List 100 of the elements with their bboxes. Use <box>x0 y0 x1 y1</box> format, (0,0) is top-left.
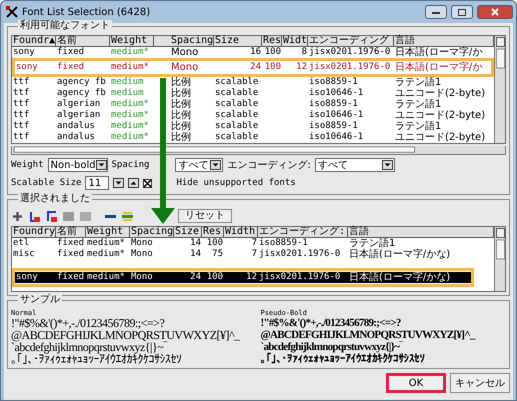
column-header[interactable]: Res <box>202 227 224 238</box>
table-cell-text: scalable <box>214 99 260 110</box>
window-title: Font List Selection (6428) <box>22 6 152 18</box>
encoding-dropdown[interactable]: すべて <box>314 158 395 172</box>
dialog-button[interactable]: OK <box>386 373 446 393</box>
column-header[interactable]: 名前 <box>56 36 110 47</box>
group-title: サンプル <box>18 294 62 306</box>
table-cell-text: ttf <box>12 121 30 132</box>
sample-text: !"#$%&'()*+,-./0123456789:;<=>? <box>11 317 164 329</box>
column-header[interactable]: Size <box>214 36 262 47</box>
table-cell-text: medium <box>110 88 145 99</box>
table-cell-text: ラテン語1 <box>394 77 442 88</box>
table-cell-text: 100 <box>264 47 282 58</box>
hide-unsupported-label: Hide unsupported fonts <box>176 178 296 188</box>
table-cell-text: fixed <box>56 47 86 58</box>
table-cell-text: iso8859-1 <box>308 121 359 132</box>
horizontal-scrollbar[interactable] <box>11 146 506 155</box>
minimize-button[interactable] <box>425 5 447 19</box>
clear-icon[interactable] <box>121 210 134 222</box>
column-header[interactable]: Widt <box>282 36 308 47</box>
plus-icon[interactable] <box>11 210 24 222</box>
table-cell-text: Mono <box>130 249 154 260</box>
spin-down-icon[interactable] <box>113 178 124 188</box>
table-cell-text: 比例 <box>170 88 192 99</box>
table-cell-text: 比例 <box>170 110 192 121</box>
table-cell-text: iso10646-1 <box>308 132 364 143</box>
dropdown-arrow-icon[interactable] <box>382 160 393 170</box>
table-cell-text: ユニコード(2-byte) <box>394 132 486 143</box>
scalable-size-label: Scalable Size <box>11 178 82 188</box>
column-header[interactable]: Weight <box>86 227 130 238</box>
column-header[interactable]: Size <box>174 227 202 238</box>
table-cell-text: medium <box>110 77 145 88</box>
table-cell-text: 日本語(ローマ字/か <box>394 62 484 73</box>
move-down-icon[interactable] <box>45 210 58 222</box>
table-cell-text: 比例 <box>170 121 192 132</box>
column-header[interactable]: 言語 <box>348 227 494 238</box>
sample-text: ｡｢｣､･ｦｧｨｩｪｫｬｭｮｯｰｱｲｳｴｵｶｷｸｹｺｻｼｽｾｿ <box>11 353 182 365</box>
scroll-controls-drawing[interactable] <box>496 37 504 69</box>
dropdown-arrow-icon[interactable] <box>210 160 222 170</box>
table-cell-text: ttf <box>12 77 30 88</box>
column-header[interactable]: Weight <box>110 36 154 47</box>
table-cell-text: fixed <box>56 272 86 283</box>
table-cell-text: sony <box>15 272 39 283</box>
table-cell-text: medium* <box>86 249 126 260</box>
weight-dropdown[interactable]: Non-bold <box>48 158 108 172</box>
table-cell-text: jisx0201.1976-0 <box>308 47 392 58</box>
table-cell-text: ttf <box>12 132 30 143</box>
table-cell-text: sony <box>12 47 36 58</box>
column-header[interactable]: エンコーディング: <box>258 227 348 238</box>
reset-button[interactable]: リセット <box>178 209 232 223</box>
vertical-scrollbar[interactable] <box>494 36 505 143</box>
table-cell-text: 7 <box>250 238 258 249</box>
table-cell-text: ラテン語1 <box>394 121 442 132</box>
table-cell-text: ユニコード(2-byte) <box>394 110 486 121</box>
maximize-button[interactable] <box>451 5 473 19</box>
table-cell-text: andalus <box>56 132 96 143</box>
table-cell-text: 14 <box>189 238 202 249</box>
move-up-icon[interactable] <box>28 210 41 222</box>
dropdown-arrow-icon[interactable] <box>96 160 107 170</box>
dialog-button[interactable]: キャンセル <box>450 373 510 393</box>
table-cell-text: andalus <box>56 121 96 132</box>
weight-label: Weight <box>11 160 44 170</box>
spin-up-icon[interactable] <box>128 178 140 188</box>
vertical-scrollbar[interactable] <box>494 227 505 291</box>
column-header[interactable]: Foundry <box>12 227 56 238</box>
table-cell-text: fixed <box>56 238 86 249</box>
column-header[interactable]: Spacing <box>170 36 214 47</box>
close-button[interactable] <box>477 5 513 19</box>
font-row[interactable]: sony fixed medium* Mono 24 100 12 jisx0201.1976-0 日本語(ローマ字/かな) <box>15 272 471 283</box>
font-row[interactable]: misc fixed medium* Mono 14 75 7 jisx0201.1976-0 日本語(ローマ字/かな) <box>12 249 494 260</box>
column-header[interactable]: Width <box>224 227 258 238</box>
table-cell-text: medium* <box>86 272 126 283</box>
column-header[interactable]: Spacing <box>130 227 174 238</box>
table-cell-text: ラテン語1 <box>394 99 442 110</box>
table-cell-text: scalable <box>214 88 260 99</box>
table-cell-text: 12 <box>295 62 308 73</box>
table-cell-text: medium* <box>110 62 150 73</box>
column-header[interactable]: Foundr▲ <box>12 36 56 47</box>
scroll-controls-drawing[interactable] <box>496 228 504 260</box>
column-header[interactable]: 言語 <box>394 36 494 47</box>
table-cell-text: 16 <box>249 47 262 58</box>
table-cell-text: iso8859-1 <box>258 238 309 249</box>
checkbox[interactable] <box>143 178 152 188</box>
table-cell-text: misc <box>12 249 36 260</box>
spacing-dropdown[interactable]: すべて <box>175 158 224 172</box>
size-spinbox[interactable]: 11 <box>85 176 110 190</box>
column-header[interactable]: Res <box>262 36 282 47</box>
column-header[interactable]: エンコーディング <box>308 36 394 47</box>
table-cell-text: 日本語(ローマ字/かな) <box>348 249 452 260</box>
table-cell-text: 24 <box>249 62 262 73</box>
table-cell-text: medium* <box>110 121 150 132</box>
table-cell-text: 24 <box>189 272 202 283</box>
encoding-label: エンコーディング: <box>227 159 311 172</box>
font-row[interactable]: etl fixed medium* Mono 14 100 7 iso8859-1 ラテン語1 <box>12 238 494 249</box>
table-cell-text: 比例 <box>170 77 192 88</box>
column-header[interactable]: 名前 <box>56 227 86 238</box>
table-cell-text: agency fb <box>56 77 107 88</box>
table-cell-text: scalable <box>214 110 260 121</box>
sample-text: @ABCDEFGHIJKLMNOPQRSTUVWXYZ[¥]^_ <box>260 329 475 341</box>
table-cell-text: fixed <box>56 249 86 260</box>
